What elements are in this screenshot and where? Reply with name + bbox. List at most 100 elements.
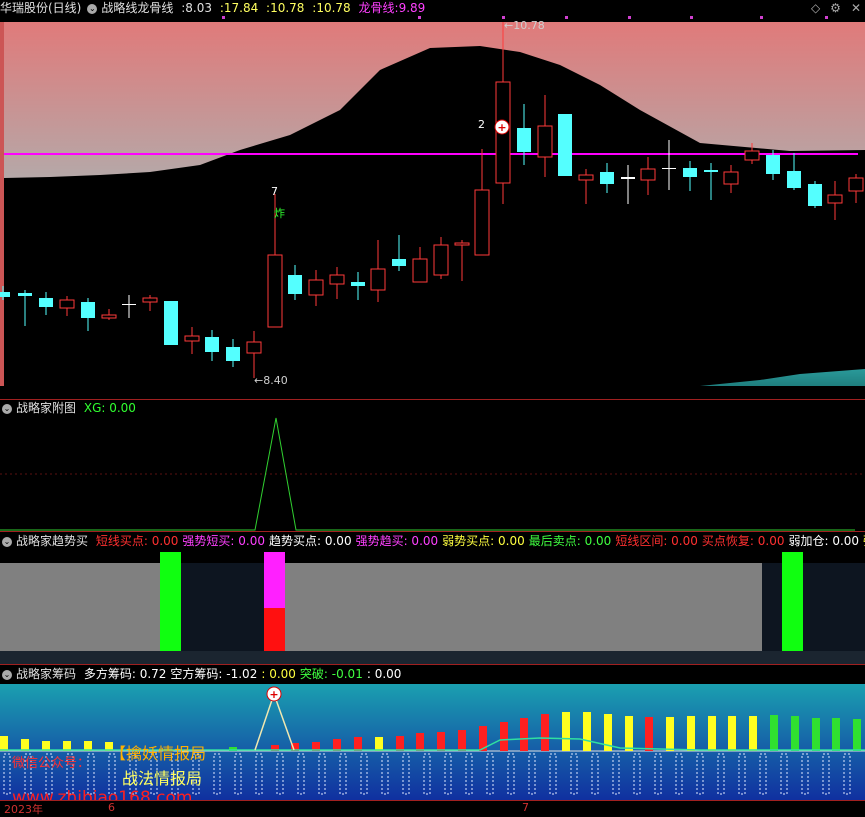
candle-body <box>704 170 718 172</box>
diamond-icon[interactable]: ◇ <box>811 1 820 15</box>
chip-bar <box>458 730 466 751</box>
chip-bar <box>416 733 424 751</box>
chip-bar <box>812 718 820 751</box>
chip-bar <box>396 736 404 751</box>
candle-body <box>39 298 53 307</box>
svg-text:+: + <box>269 688 278 701</box>
sub1-chart <box>0 416 865 532</box>
candle-body <box>122 304 136 305</box>
chip-bar <box>749 716 757 751</box>
candle-body <box>600 172 614 184</box>
chip-bar <box>666 717 674 751</box>
sub3-title[interactable]: 战略家筹码 <box>16 667 76 681</box>
green-bar-2 <box>782 552 803 664</box>
mark-zha: 炸 <box>274 207 285 220</box>
sub1-title[interactable]: 战略家附图 <box>16 401 76 415</box>
sub2-item: 最后卖点: 0.00 <box>528 534 612 548</box>
candle-body <box>683 168 697 177</box>
candle-body <box>517 128 531 152</box>
keel-value: 9.89 <box>398 1 426 15</box>
sub2-item: 买点恢复: 0.00 <box>701 534 785 548</box>
indicator-name[interactable]: 战略线龙骨线 <box>101 1 173 15</box>
mark-2: 2 <box>478 118 485 131</box>
value-2: :17.84 <box>219 1 259 15</box>
candle-body <box>246 341 262 354</box>
chip-bar <box>728 716 736 751</box>
candle-body <box>848 177 864 192</box>
candle-body <box>454 242 470 246</box>
candle-body <box>184 335 200 342</box>
magenta-bar <box>264 552 285 608</box>
sub3-item: 空方筹码: -1.02 <box>170 667 258 681</box>
chip-bar <box>853 719 861 751</box>
price-chart-svg: 7 炸 2 + ←10.78 ←8.40 <box>0 16 865 387</box>
high-label: ←10.78 <box>504 19 545 32</box>
sub2-item: 趋势买点: 0.00 <box>269 534 352 548</box>
chip-bar <box>832 718 840 751</box>
candle-body <box>662 168 676 169</box>
candle-body <box>621 177 635 179</box>
low-label: ←8.40 <box>254 374 288 387</box>
month-7-label: 7 <box>522 801 529 814</box>
candle-body <box>744 150 760 161</box>
candle-body <box>205 337 219 352</box>
candle-body <box>164 301 178 345</box>
candle-body <box>18 293 32 296</box>
chevron-down-icon[interactable]: ⌄ <box>2 536 12 547</box>
chevron-down-icon[interactable]: ⌄ <box>87 3 98 14</box>
sub2-item: 弱势买点: 0.00 <box>442 534 525 548</box>
sub3-item: : 0.00 <box>366 667 402 681</box>
chevron-down-icon[interactable]: ⌄ <box>2 669 12 680</box>
sub3-item: : 0.00 <box>261 667 296 681</box>
chevron-down-icon[interactable]: ⌄ <box>2 403 12 414</box>
sub1-header: ⌄ 战略家附图 XG: 0.00 <box>0 400 140 416</box>
sub2-item: 弱加仓: 0.00 <box>788 534 860 548</box>
chip-bar <box>333 739 341 751</box>
candle-body <box>766 155 780 174</box>
candle-body <box>226 347 240 361</box>
chip-bar <box>708 716 716 751</box>
candle-body <box>537 125 553 158</box>
chip-bar <box>791 716 799 751</box>
candle-body <box>433 244 449 276</box>
sub2-title[interactable]: 战略家趋势买 <box>16 534 88 548</box>
green-bar <box>160 552 181 664</box>
sub2-item: 短线区间: 0.00 <box>615 534 698 548</box>
xg-label: XG: 0.00 <box>83 401 136 415</box>
candle-body <box>808 184 822 206</box>
time-axis: 2023年 6 7 <box>0 801 865 816</box>
sub2-header: ⌄ 战略家趋势买 短线买点: 0.00 强势短买: 0.00 趋势买点: 0.00 强势… <box>0 533 865 549</box>
candle-body <box>351 282 365 286</box>
mark-7: 7 <box>271 185 278 198</box>
chip-bar <box>687 716 695 751</box>
stock-name[interactable]: 华瑞股份(日线) <box>0 1 81 15</box>
chip-bar <box>21 739 29 751</box>
chip-bar <box>354 737 362 751</box>
chip-bar <box>625 716 633 751</box>
chip-bar <box>437 732 445 751</box>
candle-body <box>0 292 10 297</box>
candle-body <box>578 174 594 181</box>
window-icons: ◇ ⚙ ✕ <box>801 1 861 15</box>
sub3-header: ⌄ 战略家筹码 多方筹码: 0.72 空方筹码: -1.02: 0.00 突破: -0… <box>0 666 409 682</box>
chip-bar <box>770 715 778 751</box>
value-4: :10.78 <box>312 1 351 15</box>
chip-bar <box>520 718 528 751</box>
sub3-item: 突破: -0.01 <box>299 667 363 681</box>
chip-bar <box>541 714 549 751</box>
candle-body <box>370 268 386 291</box>
svg-text:+: + <box>497 121 506 134</box>
candle-body <box>392 259 406 266</box>
month-6-label: 6 <box>108 801 115 814</box>
price-chart[interactable]: 7 炸 2 + ←10.78 ←8.40 <box>0 16 865 400</box>
candle-body <box>558 114 572 176</box>
candle-body <box>640 168 656 181</box>
sub3-item: 多方筹码: 0.72 <box>83 667 167 681</box>
candle-body <box>827 194 843 204</box>
keel-label: 龙骨线: <box>358 1 399 15</box>
grey-band <box>0 563 865 651</box>
watermark-line2: 战法情报局 <box>122 769 203 788</box>
gear-icon[interactable]: ⚙ <box>830 1 841 15</box>
close-icon[interactable]: ✕ <box>851 1 861 15</box>
candle-body <box>412 258 428 283</box>
